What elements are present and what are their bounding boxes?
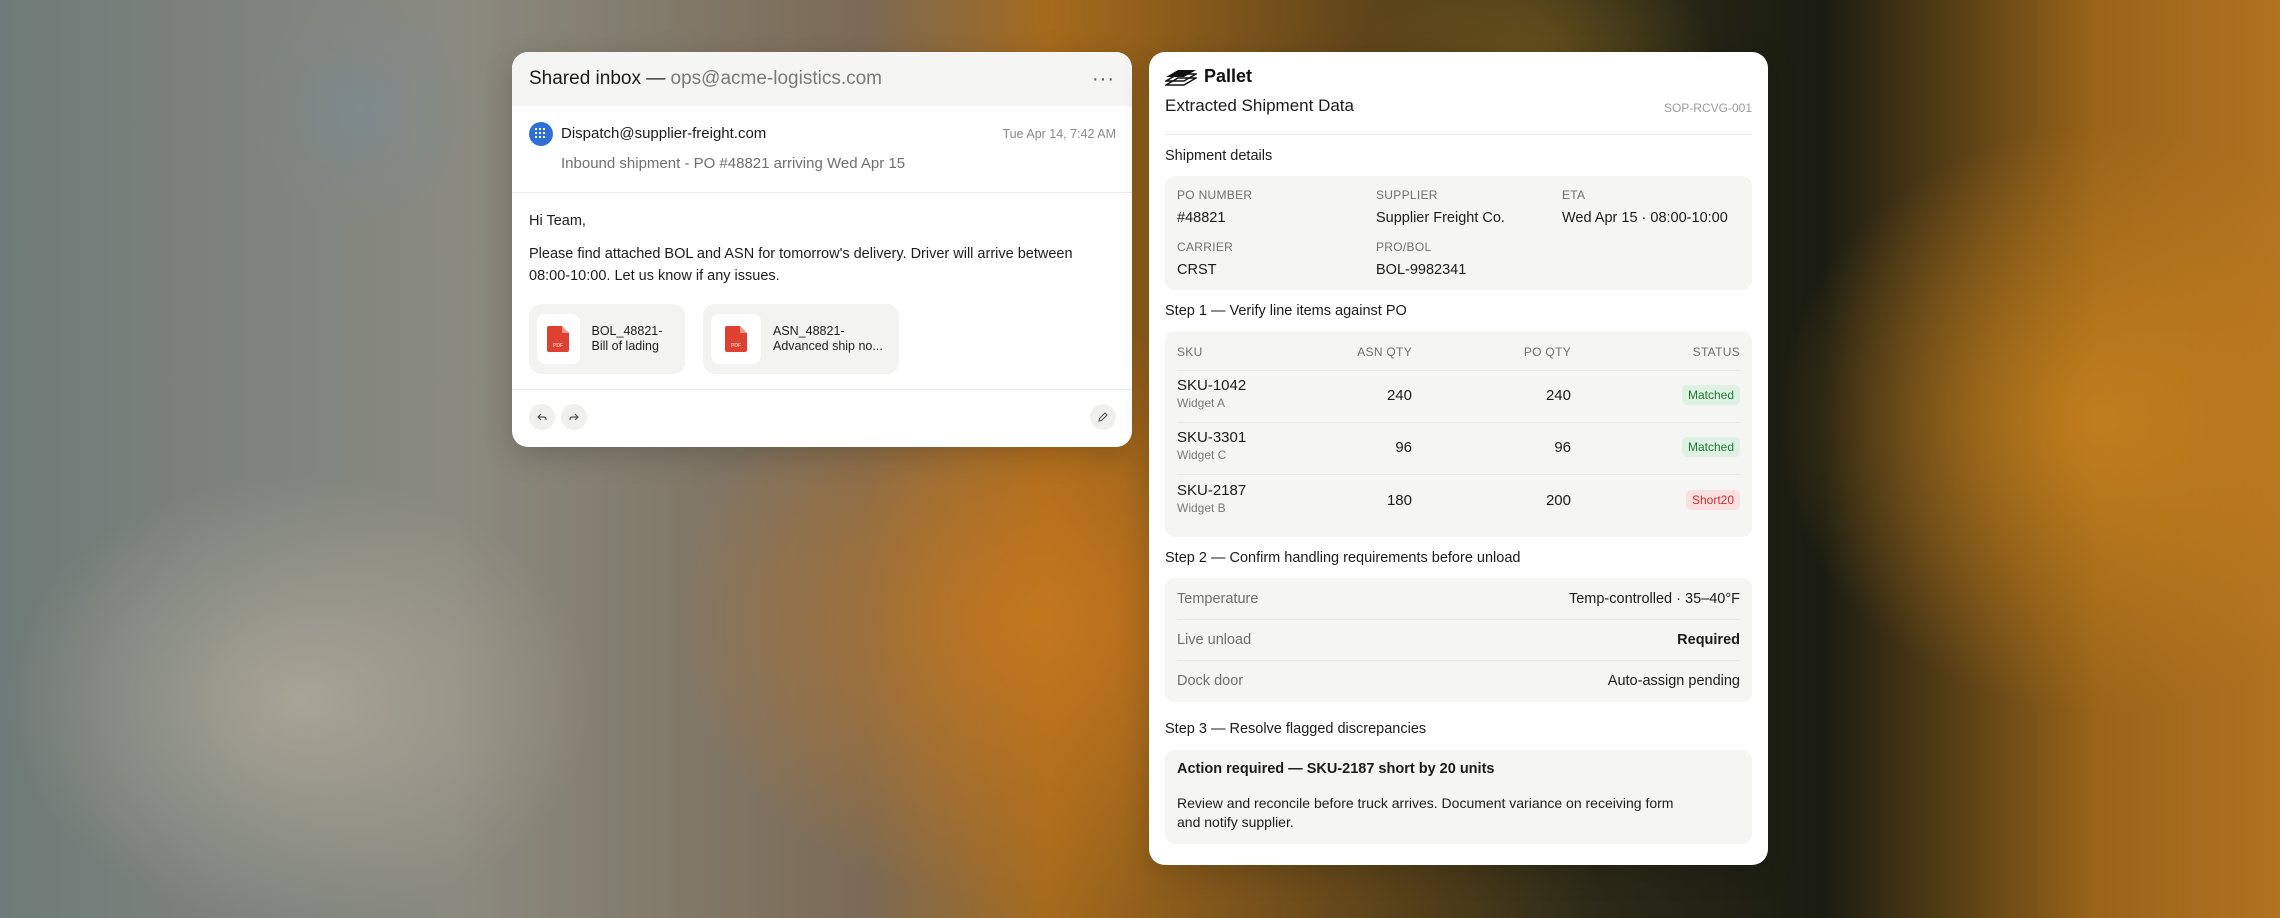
table-divider bbox=[1177, 370, 1740, 371]
document-id: SOP-RCVG-001 bbox=[1663, 101, 1752, 115]
sku-code: SKU-2187 bbox=[1177, 482, 1247, 499]
handling-value: Auto-assign pending bbox=[1607, 673, 1740, 689]
more-options-button[interactable]: ··· bbox=[1092, 68, 1115, 91]
po-number-label: PO NUMBER bbox=[1177, 188, 1253, 202]
pdf-tag: PDF bbox=[731, 343, 741, 349]
discrepancy-panel: Action required — SKU-2187 short by 20 u… bbox=[1165, 750, 1752, 844]
inbox-title: Shared inbox — ops@acme-logistics.com bbox=[529, 68, 882, 90]
reply-button[interactable] bbox=[529, 404, 555, 430]
sku-name: Widget B bbox=[1177, 501, 1226, 515]
handling-divider bbox=[1177, 660, 1740, 661]
sku-code: SKU-1042 bbox=[1177, 377, 1247, 394]
attachment-desc: Bill of lading bbox=[591, 339, 659, 353]
asn-qty: 96 bbox=[1395, 439, 1412, 456]
status-badge: Short20 bbox=[1685, 490, 1740, 510]
message-timestamp: Tue Apr 14, 7:42 AM bbox=[1002, 127, 1117, 141]
attachment-asn[interactable]: PDF ASN_48821- Advanced ship no... bbox=[703, 304, 899, 374]
step2-label: Step 2 — Confirm handling requirements b… bbox=[1165, 550, 1521, 566]
inbox-address: ops@acme-logistics.com bbox=[670, 68, 882, 89]
col-header-status: STATUS bbox=[1692, 345, 1740, 359]
attachment-name: ASN_48821- Advanced ship no... bbox=[773, 324, 889, 354]
handling-panel: Temperature Temp-controlled · 35–40°F Li… bbox=[1165, 578, 1752, 702]
asn-qty: 240 bbox=[1386, 387, 1412, 404]
inbox-title-prefix: Shared inbox — bbox=[529, 68, 671, 89]
status-badge: Matched bbox=[1681, 385, 1740, 405]
po-qty: 240 bbox=[1545, 387, 1571, 404]
eta-label: ETA bbox=[1562, 188, 1586, 202]
pdf-icon: PDF bbox=[537, 314, 580, 364]
table-divider bbox=[1177, 422, 1740, 423]
pdf-tag: PDF bbox=[553, 343, 563, 349]
title-divider bbox=[1165, 134, 1752, 135]
carrier-value: CRST bbox=[1177, 262, 1217, 278]
reply-icon bbox=[537, 413, 547, 421]
handling-key: Dock door bbox=[1177, 673, 1244, 689]
message-body: Please find attached BOL and ASN for tom… bbox=[529, 246, 1073, 284]
supplier-label: SUPPLIER bbox=[1376, 188, 1438, 202]
eta-value: Wed Apr 15 · 08:00-10:00 bbox=[1562, 210, 1728, 226]
po-qty: 96 bbox=[1554, 439, 1571, 456]
handling-key: Live unload bbox=[1177, 632, 1252, 648]
sku-code: SKU-3301 bbox=[1177, 429, 1247, 446]
sender-avatar-icon bbox=[529, 122, 553, 146]
shipment-details-panel: PO NUMBER #48821 SUPPLIER Supplier Freig… bbox=[1165, 176, 1752, 290]
step1-label: Step 1 — Verify line items against PO bbox=[1165, 303, 1407, 319]
pallet-logo-icon bbox=[1165, 69, 1197, 86]
col-header-asn-qty: ASN QTY bbox=[1357, 345, 1412, 359]
email-card: Shared inbox — ops@acme-logistics.com ··… bbox=[512, 52, 1132, 447]
pdf-icon: PDF bbox=[711, 314, 761, 364]
attachment-file: BOL_48821- bbox=[591, 324, 663, 338]
pro-bol-label: PRO/BOL bbox=[1376, 240, 1432, 254]
line-items-table: SKU ASN QTY PO QTY STATUS SKU-1042 Widge… bbox=[1165, 331, 1752, 537]
forward-icon bbox=[569, 413, 579, 421]
po-qty: 200 bbox=[1545, 492, 1571, 509]
handling-value: Temp-controlled · 35–40°F bbox=[1568, 591, 1740, 607]
brand-logo: Pallet bbox=[1165, 66, 1252, 87]
brand-name: Pallet bbox=[1204, 66, 1253, 86]
email-header: Shared inbox — ops@acme-logistics.com ··… bbox=[512, 52, 1132, 106]
sender-address[interactable]: Dispatch@supplier-freight.com bbox=[561, 125, 766, 142]
step3-label: Step 3 — Resolve flagged discrepancies bbox=[1165, 721, 1427, 737]
status-badge: Matched bbox=[1681, 437, 1740, 457]
attachment-file: ASN_48821- bbox=[773, 324, 845, 338]
col-header-po-qty: PO QTY bbox=[1523, 345, 1571, 359]
sku-name: Widget C bbox=[1177, 448, 1227, 462]
handling-divider bbox=[1177, 619, 1740, 620]
supplier-value: Supplier Freight Co. bbox=[1376, 210, 1505, 226]
action-title: Action required — SKU-2187 short by 20 u… bbox=[1177, 761, 1495, 777]
attachment-desc: Advanced ship no... bbox=[773, 339, 883, 353]
compose-button[interactable] bbox=[1090, 404, 1116, 430]
col-header-sku: SKU bbox=[1177, 345, 1203, 359]
handling-value: Required bbox=[1677, 632, 1740, 648]
action-body: Review and reconcile before truck arrive… bbox=[1177, 795, 1674, 830]
table-divider bbox=[1177, 474, 1740, 475]
asn-qty: 180 bbox=[1386, 492, 1412, 509]
po-number-value: #48821 bbox=[1177, 210, 1226, 226]
attachment-bol[interactable]: PDF BOL_48821- Bill of lading bbox=[529, 304, 685, 374]
footer-divider bbox=[512, 389, 1132, 390]
carrier-label: CARRIER bbox=[1177, 240, 1234, 254]
page-title: Extracted Shipment Data bbox=[1165, 96, 1354, 115]
header-divider bbox=[512, 192, 1132, 193]
attachment-name: BOL_48821- Bill of lading bbox=[592, 324, 686, 354]
forward-button[interactable] bbox=[561, 404, 587, 430]
message-header: Dispatch@supplier-freight.com Tue Apr 14… bbox=[529, 122, 1116, 172]
handling-key: Temperature bbox=[1177, 591, 1259, 607]
pro-bol-value: BOL-9982341 bbox=[1376, 262, 1467, 278]
message-subject: Inbound shipment - PO #48821 arriving We… bbox=[561, 155, 906, 172]
message-greeting: Hi Team, bbox=[529, 213, 586, 229]
extraction-card: Pallet Extracted Shipment Data SOP-RCVG-… bbox=[1149, 52, 1768, 865]
sku-name: Widget A bbox=[1177, 396, 1226, 410]
shipment-section-label: Shipment details bbox=[1165, 148, 1273, 164]
pencil-icon bbox=[1098, 412, 1108, 422]
